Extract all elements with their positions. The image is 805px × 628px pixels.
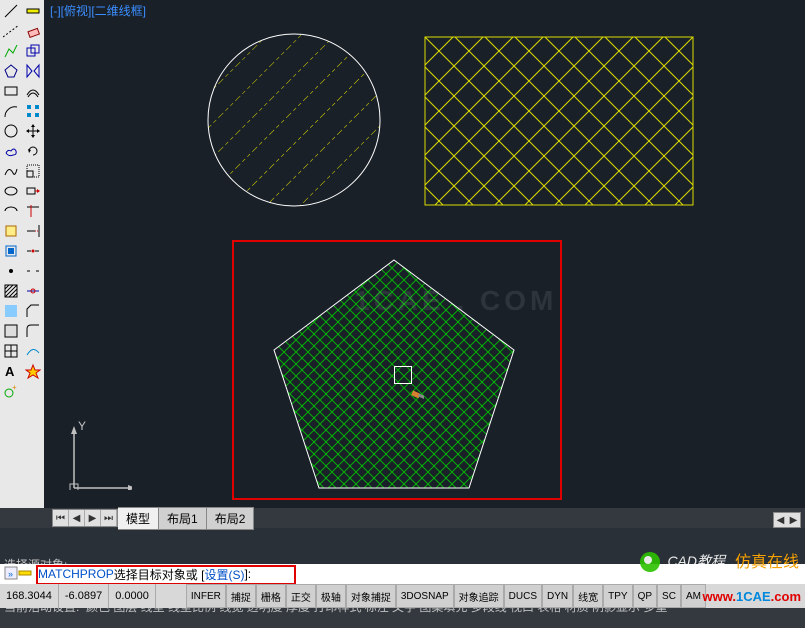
sb-tpy[interactable]: TPY — [603, 584, 632, 608]
sb-snap[interactable]: 捕捉 — [226, 584, 256, 608]
hscroll-buttons: ◀ ▶ — [773, 512, 801, 528]
coord-z: 0.0000 — [109, 584, 156, 608]
hscroll-left[interactable]: ◀ — [774, 513, 787, 527]
coord-x: 168.3044 — [0, 584, 59, 608]
sb-ortho[interactable]: 正交 — [286, 584, 316, 608]
site-watermark: www.1CAE.com — [703, 589, 802, 604]
sb-infer[interactable]: INFER — [186, 584, 226, 608]
sb-ducs[interactable]: DUCS — [504, 584, 542, 608]
trim-tool[interactable] — [24, 202, 42, 220]
command-prompt-text: 选择目标对象或 [ — [114, 566, 205, 583]
tab-layout2[interactable]: 布局2 — [207, 507, 255, 530]
move-tool[interactable] — [24, 122, 42, 140]
viewport-label[interactable]: [-][俯视][二维线框] — [50, 2, 146, 19]
hscroll-right[interactable]: ▶ — [787, 513, 800, 527]
fillet-tool[interactable] — [24, 322, 42, 340]
pickbox-cursor — [394, 366, 412, 384]
cn-watermark: 仿真在线 — [735, 548, 799, 572]
sb-lwt[interactable]: 线宽 — [573, 584, 603, 608]
sb-sc[interactable]: SC — [657, 584, 681, 608]
command-name: MATCHPROP — [38, 567, 114, 581]
sb-dyn[interactable]: DYN — [542, 584, 573, 608]
draw-toolbar: A + — [0, 0, 22, 508]
break-tool[interactable] — [24, 262, 42, 280]
polyline-tool[interactable] — [2, 42, 20, 60]
extend-tool[interactable] — [24, 222, 42, 240]
status-toggle-buttons: INFER 捕捉 栅格 正交 极轴 对象捕捉 3DOSNAP 对象追踪 DUCS… — [186, 584, 706, 608]
array-tool[interactable] — [24, 102, 42, 120]
spline-tool[interactable] — [2, 162, 20, 180]
hatched-circle — [204, 30, 384, 210]
modify-toolbar — [22, 0, 44, 508]
wechat-icon — [640, 552, 660, 572]
status-bar: 168.3044 -6.0897 0.0000 INFER 捕捉 栅格 正交 极… — [0, 584, 805, 608]
hatch-tool[interactable] — [2, 282, 20, 300]
make-block-tool[interactable] — [2, 242, 20, 260]
xline-tool[interactable] — [2, 22, 20, 40]
ucs-y-label: Y — [78, 420, 86, 433]
hatched-rectangle — [424, 36, 694, 206]
sb-osnap[interactable]: 对象捕捉 — [346, 584, 396, 608]
measure-tool[interactable] — [24, 2, 42, 20]
tab-last[interactable]: ⏭ — [101, 510, 117, 526]
region-tool[interactable] — [2, 322, 20, 340]
command-input-icon2 — [18, 566, 32, 583]
stretch-tool[interactable] — [24, 182, 42, 200]
point-tool[interactable] — [2, 262, 20, 280]
rectangle-tool[interactable] — [2, 82, 20, 100]
svg-text:»: » — [8, 569, 13, 579]
gradient-tool[interactable] — [2, 302, 20, 320]
center-watermark: 1CAE . COM — [354, 285, 557, 317]
rotate-tool[interactable] — [24, 142, 42, 160]
sb-qp[interactable]: QP — [633, 584, 657, 608]
revcloud-tool[interactable] — [2, 142, 20, 160]
drawing-area[interactable]: [-][俯视][二维线框] — [44, 0, 805, 508]
ucs-icon: X Y — [62, 420, 132, 490]
tab-first[interactable]: ⏮ — [53, 510, 69, 526]
svg-text:A: A — [5, 364, 15, 379]
matchprop-brush-cursor — [410, 390, 424, 400]
addselected-tool[interactable]: + — [2, 382, 20, 400]
scale-tool[interactable] — [24, 162, 42, 180]
mirror-tool[interactable] — [24, 62, 42, 80]
circle-tool[interactable] — [2, 122, 20, 140]
command-option[interactable]: 设置(S) — [204, 566, 244, 583]
tab-layout1[interactable]: 布局1 — [159, 507, 207, 530]
command-prompt-end: ]: — [244, 567, 251, 581]
tab-prev[interactable]: ◀ — [69, 510, 85, 526]
line-tool[interactable] — [2, 2, 20, 20]
tab-nav: ⏮ ◀ ▶ ⏭ — [52, 509, 118, 527]
chamfer-tool[interactable] — [24, 302, 42, 320]
offset-tool[interactable] — [24, 82, 42, 100]
erase-tool[interactable] — [24, 22, 42, 40]
tab-next[interactable]: ▶ — [85, 510, 101, 526]
svg-text:+: + — [12, 383, 17, 392]
mtext-tool[interactable]: A — [2, 362, 20, 380]
tab-model[interactable]: 模型 — [118, 507, 159, 530]
coord-y: -6.0897 — [59, 584, 109, 608]
ellipse-arc-tool[interactable] — [2, 202, 20, 220]
sb-polar[interactable]: 极轴 — [316, 584, 346, 608]
explode-tool[interactable] — [24, 362, 42, 380]
sb-3dosnap[interactable]: 3DOSNAP — [396, 584, 454, 608]
table-tool[interactable] — [2, 342, 20, 360]
command-icon: » — [4, 566, 18, 583]
ellipse-tool[interactable] — [2, 182, 20, 200]
layout-tabstrip: ⏮ ◀ ▶ ⏭ 模型 布局1 布局2 — [52, 508, 254, 528]
break-point-tool[interactable] — [24, 242, 42, 260]
insert-block-tool[interactable] — [2, 222, 20, 240]
polygon-tool[interactable] — [2, 62, 20, 80]
blend-tool[interactable] — [24, 342, 42, 360]
join-tool[interactable] — [24, 282, 42, 300]
copy-tool[interactable] — [24, 42, 42, 60]
sb-otrack[interactable]: 对象追踪 — [454, 584, 504, 608]
wechat-watermark: CAD教程 — [640, 551, 725, 572]
arc-tool[interactable] — [2, 102, 20, 120]
sb-grid[interactable]: 栅格 — [256, 584, 286, 608]
